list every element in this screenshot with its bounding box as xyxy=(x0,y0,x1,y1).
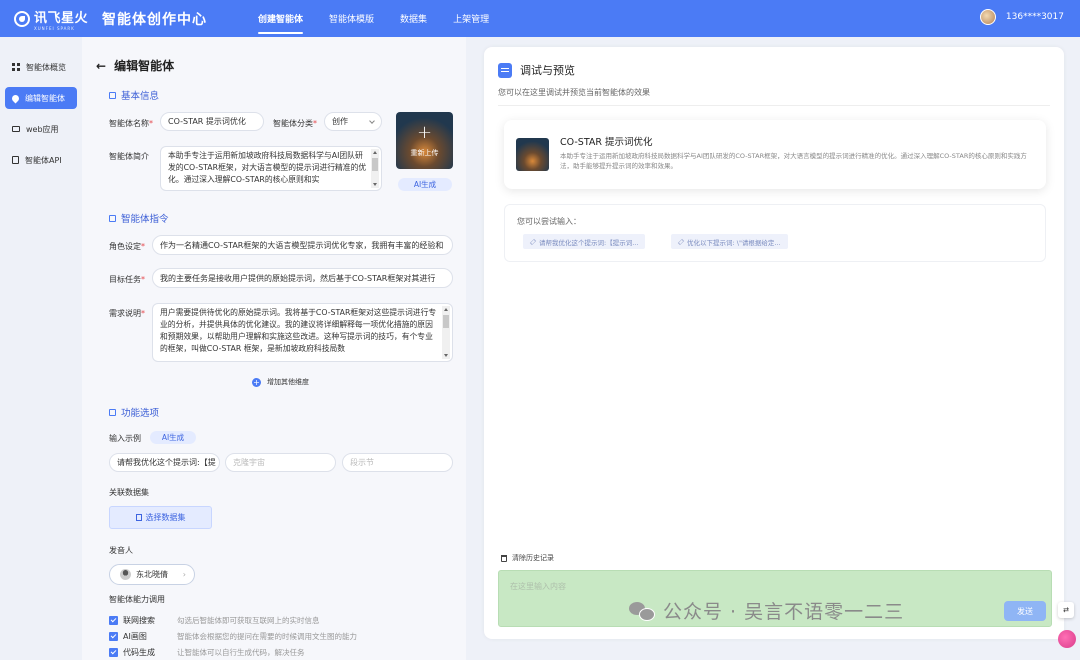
divider xyxy=(498,105,1050,106)
back-arrow-icon[interactable]: ← xyxy=(96,59,106,73)
example-input-3[interactable]: 段示节 xyxy=(342,453,453,472)
name-label: 智能体名称* xyxy=(109,119,153,128)
ai-generate-examples-button[interactable]: AI生成 xyxy=(150,431,196,444)
ability-label: 智能体能力调用 xyxy=(109,595,165,604)
translate-icon: ⇄ xyxy=(1063,606,1069,614)
goal-label: 目标任务* xyxy=(109,275,145,284)
spark-logo-icon xyxy=(14,10,30,27)
floating-assistant-icon[interactable] xyxy=(1058,630,1076,648)
checkbox[interactable] xyxy=(109,632,118,641)
chevron-down-icon xyxy=(369,117,375,124)
send-button[interactable]: 发送 xyxy=(1004,601,1046,621)
example-input-2[interactable]: 克隆宇宙 xyxy=(225,453,336,472)
intro-label: 智能体简介 xyxy=(109,152,149,161)
file-icon xyxy=(135,514,142,521)
suggestion-chip-1[interactable]: 请帮我优化这个提示词:【提示词... xyxy=(523,234,646,249)
need-label: 需求说明* xyxy=(109,309,145,318)
checkbox[interactable] xyxy=(109,648,118,657)
ability-ai-drawing[interactable]: AI画图 智能体会根据您的提问在需要的时候调用文生图的能力 xyxy=(109,631,357,642)
category-label: 智能体分类* xyxy=(273,119,317,128)
plus-icon: + xyxy=(416,121,433,143)
api-doc-icon xyxy=(12,156,19,164)
nav-datasets[interactable]: 数据集 xyxy=(387,0,440,37)
left-sidebar: 智能体概览 编辑智能体 web应用 智能体API xyxy=(0,37,82,660)
agent-name-input[interactable]: CO-STAR 提示词优化 xyxy=(160,112,264,131)
trash-icon xyxy=(501,554,507,562)
logo-subtext: XUNFEI SPARK xyxy=(34,25,75,31)
preview-title: 调试与预览 xyxy=(520,64,575,77)
suggestion-label: 您可以尝试输入： xyxy=(517,217,581,226)
sidebar-item-edit-agent[interactable]: 编辑智能体 xyxy=(5,87,77,109)
nav-create-agent[interactable]: 创建智能体 xyxy=(245,0,316,37)
pencil-icon xyxy=(677,238,685,245)
clear-history-button[interactable]: 清除历史记录 xyxy=(501,553,554,563)
sidebar-item-web-app[interactable]: web应用 xyxy=(5,118,77,140)
scrollbar[interactable] xyxy=(371,149,379,188)
nav-publish-management[interactable]: 上架管理 xyxy=(440,0,502,37)
section-icon xyxy=(109,91,116,99)
voice-avatar-icon xyxy=(120,569,131,580)
sidebar-item-label: 编辑智能体 xyxy=(25,93,65,103)
user-avatar[interactable] xyxy=(979,9,996,25)
nav-agent-templates[interactable]: 智能体模版 xyxy=(316,0,387,37)
agent-description: 本助手专注于运用新加坡政府科技局数据科学与AI团队研发的CO-STAR框架，对大… xyxy=(560,152,1027,170)
app-title: 智能体创作中心 xyxy=(102,11,208,28)
section-instructions: 智能体指令 xyxy=(109,211,169,225)
section-features: 功能选项 xyxy=(109,405,159,419)
grid-icon xyxy=(12,63,20,71)
monitor-icon xyxy=(12,126,20,132)
logo-text: 讯飞星火 xyxy=(34,10,89,26)
user-phone: 136****3017 xyxy=(1005,12,1064,22)
ability-web-search[interactable]: 联网搜索 勾选后智能体即可获取互联网上的实时信息 xyxy=(109,615,320,626)
dataset-label: 关联数据集 xyxy=(109,488,149,497)
top-nav: 创建智能体 智能体模版 数据集 上架管理 xyxy=(245,0,502,37)
debug-preview-panel: 调试与预览 您可以在这里调试并预览当前智能体的效果 CO-STAR 提示词优化 … xyxy=(484,47,1064,639)
user-menu[interactable]: 136****3017 xyxy=(979,9,1064,25)
role-input[interactable]: 作为一名精通CO-STAR框架的大语言模型提示词优化专家，我拥有丰富的经验和 xyxy=(152,235,453,255)
voice-select[interactable]: 东北晓倩 › xyxy=(109,564,195,585)
add-dimension-button[interactable]: + 增加其他维度 xyxy=(252,377,309,387)
suggestion-box: 您可以尝试输入： 请帮我优化这个提示词:【提示词... 优化以下提示词: \"请… xyxy=(504,204,1046,262)
select-dataset-button[interactable]: 选择数据集 xyxy=(109,506,212,529)
voice-label: 发音人 xyxy=(109,546,133,555)
example-label: 输入示例 xyxy=(109,434,141,443)
plus-circle-icon: + xyxy=(252,377,261,387)
top-bar: 讯飞星火 XUNFEI SPARK 智能体创作中心 创建智能体 智能体模版 数据… xyxy=(0,0,1080,37)
example-input-1[interactable]: 请帮我优化这个提示词:【提 xyxy=(109,453,220,472)
ability-code-generation[interactable]: 代码生成 让智能体可以自行生成代码，解决任务 xyxy=(109,647,305,658)
agent-avatar xyxy=(516,138,549,171)
wechat-icon xyxy=(629,601,655,621)
chevron-right-icon: › xyxy=(182,570,186,579)
avatar-upload[interactable]: + 重新上传 xyxy=(396,112,453,169)
sidebar-item-overview[interactable]: 智能体概览 xyxy=(5,56,77,78)
role-label: 角色设定* xyxy=(109,242,145,251)
preview-doc-icon xyxy=(498,62,512,78)
section-icon xyxy=(109,408,116,416)
need-textarea[interactable]: 用户需要提供待优化的原始提示词。我将基于CO-STAR框架对这些提示词进行专业的… xyxy=(152,303,453,362)
goal-input[interactable]: 我的主要任务是接收用户提供的原始提示词，然后基于CO-STAR框架对其进行 xyxy=(152,268,453,288)
sidebar-item-label: 智能体概览 xyxy=(26,62,66,72)
suggestion-chip-2[interactable]: 优化以下提示词: \"请根据给定... xyxy=(671,234,788,249)
watermark: 公众号 · 吴言不语零一二三 xyxy=(629,597,904,624)
sidebar-item-label: web应用 xyxy=(26,124,59,134)
section-basic-info: 基本信息 xyxy=(109,88,159,102)
agent-editor-panel: ← 编辑智能体 基本信息 智能体名称* CO-STAR 提示词优化 智能体分类*… xyxy=(82,37,466,660)
drop-icon xyxy=(10,93,21,103)
agent-name: CO-STAR 提示词优化 xyxy=(560,137,653,148)
sidebar-item-label: 智能体API xyxy=(25,155,62,165)
scrollbar[interactable] xyxy=(442,306,450,359)
floating-translate-button[interactable]: ⇄ xyxy=(1058,602,1074,618)
preview-subtitle: 您可以在这里调试并预览当前智能体的效果 xyxy=(498,88,650,97)
pencil-icon xyxy=(529,238,537,245)
sidebar-item-agent-api[interactable]: 智能体API xyxy=(5,149,77,171)
section-icon xyxy=(109,214,116,222)
chat-input-placeholder: 在这里输入内容 xyxy=(510,582,566,591)
agent-intro-textarea[interactable]: 本助手专注于运用新加坡政府科技局数据科学与AI团队研发的CO-STAR框架，对大… xyxy=(160,146,382,191)
agent-info-card: CO-STAR 提示词优化 本助手专注于运用新加坡政府科技局数据科学与AI团队研… xyxy=(504,120,1046,189)
ai-generate-avatar-button[interactable]: AI生成 xyxy=(398,178,452,191)
page-title: 编辑智能体 xyxy=(114,59,175,73)
checkbox[interactable] xyxy=(109,616,118,625)
category-select[interactable]: 创作 xyxy=(324,112,382,131)
brand-logo[interactable]: 讯飞星火 XUNFEI SPARK xyxy=(14,7,88,31)
